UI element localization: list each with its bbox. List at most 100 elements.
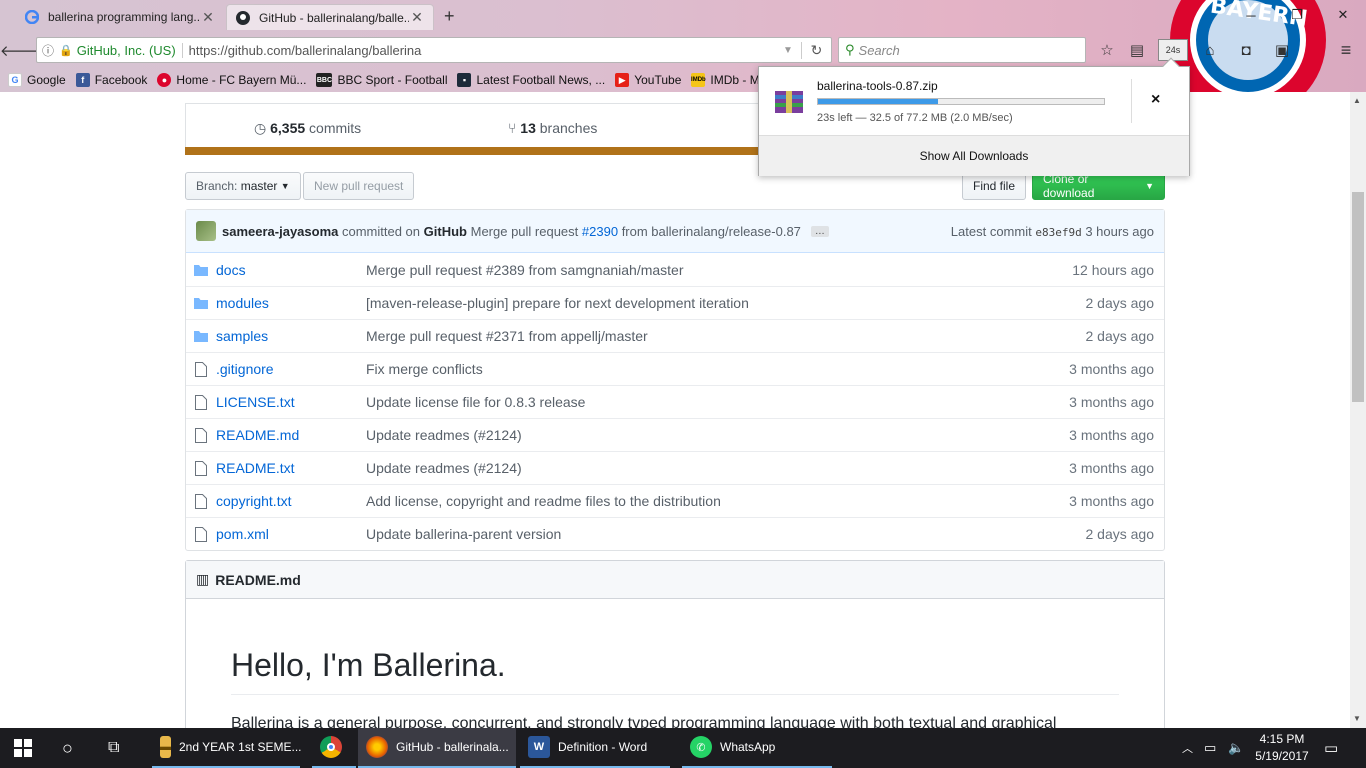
chrome-icon bbox=[320, 736, 342, 758]
file-icon bbox=[186, 526, 216, 542]
commits-label: commits bbox=[309, 120, 362, 136]
readme-panel: ▥ README.md Hello, I'm Ballerina. Baller… bbox=[185, 560, 1165, 728]
file-commit-message[interactable]: Update license file for 0.8.3 release bbox=[366, 394, 1024, 410]
notifications-icon[interactable]: ▭ bbox=[1324, 728, 1338, 768]
file-table: sameera-jayasoma committed on GitHub Mer… bbox=[185, 209, 1165, 551]
file-name-link[interactable]: copyright.txt bbox=[216, 493, 366, 509]
commit-message-pre[interactable]: Merge pull request bbox=[471, 224, 579, 239]
taskbar-app-firefox[interactable]: GitHub - ballerinala... bbox=[358, 728, 516, 768]
bookmark-google[interactable]: G Google bbox=[8, 73, 66, 87]
tab-title: GitHub - ballerinalang/balle... bbox=[259, 10, 409, 25]
word-icon: W bbox=[528, 736, 550, 758]
taskbar-app-word[interactable]: W Definition - Word bbox=[520, 728, 670, 768]
taskbar-app-chrome[interactable] bbox=[312, 728, 356, 768]
branch-label: Branch: bbox=[196, 179, 238, 193]
cortana-icon[interactable]: ○ bbox=[62, 728, 73, 768]
pocket-icon[interactable]: ◘ bbox=[1234, 39, 1258, 61]
page-scrollbar[interactable]: ▲ ▼ bbox=[1350, 92, 1366, 728]
task-view-icon[interactable]: ⧉ bbox=[108, 728, 119, 768]
menu-icon[interactable]: ≡ bbox=[1334, 39, 1358, 61]
downloads-button[interactable]: 24s bbox=[1158, 39, 1188, 61]
file-name-link[interactable]: samples bbox=[216, 328, 366, 344]
site-identity[interactable]: GitHub, Inc. (US) bbox=[77, 42, 183, 58]
tab-github[interactable]: GitHub - ballerinalang/balle... ✕ bbox=[226, 4, 434, 30]
new-pull-request-button[interactable]: New pull request bbox=[303, 172, 415, 200]
commit-message-post[interactable]: from ballerinalang/release-0.87 bbox=[622, 224, 801, 239]
close-tab-icon[interactable]: ✕ bbox=[409, 9, 425, 26]
system-clock[interactable]: 4:15 PM 5/19/2017 bbox=[1252, 731, 1312, 765]
file-commit-message[interactable]: [maven-release-plugin] prepare for next … bbox=[366, 295, 1024, 311]
commit-sha[interactable]: e83ef9d bbox=[1035, 226, 1081, 239]
branch-select-button[interactable]: Branch: master ▼ bbox=[185, 172, 301, 200]
google-icon bbox=[24, 9, 40, 25]
download-filename[interactable]: ballerina-tools-0.87.zip bbox=[817, 79, 938, 93]
search-input[interactable]: ⚲ Search bbox=[838, 37, 1086, 63]
bookmark-imdb[interactable]: IMDb IMDb - Mo bbox=[691, 73, 766, 87]
avatar[interactable] bbox=[196, 221, 216, 241]
file-commit-message[interactable]: Update readmes (#2124) bbox=[366, 460, 1024, 476]
reading-list-icon[interactable]: ▤ bbox=[1125, 39, 1149, 61]
extension-icon[interactable]: ▣ bbox=[1270, 39, 1294, 61]
url-text[interactable]: https://github.com/ballerinalang/balleri… bbox=[189, 43, 775, 58]
file-commit-message[interactable]: Fix merge conflicts bbox=[366, 361, 1024, 377]
bookmark-star-icon[interactable]: ☆ bbox=[1095, 39, 1119, 61]
history-icon: ◷ bbox=[254, 120, 267, 136]
dropdown-arrow-icon[interactable]: ▼ bbox=[775, 45, 801, 56]
scrollbar-thumb[interactable] bbox=[1352, 192, 1364, 402]
bookmark-football-news[interactable]: ▪ Latest Football News, ... bbox=[457, 73, 605, 87]
battery-icon[interactable]: ▭ bbox=[1204, 728, 1216, 768]
bayern-icon: ● bbox=[157, 73, 172, 87]
file-commit-message[interactable]: Add license, copyright and readme files … bbox=[366, 493, 1024, 509]
downloads-panel: ballerina-tools-0.87.zip 23s left — 32.5… bbox=[758, 57, 1190, 176]
branches-link[interactable]: ⑂ 13 branches bbox=[508, 120, 597, 136]
taskbar-app-label: WhatsApp bbox=[720, 740, 776, 754]
file-name-link[interactable]: README.md bbox=[216, 427, 366, 443]
tab-search[interactable]: ballerina programming lang... ✕ bbox=[16, 4, 224, 30]
file-name-link[interactable]: pom.xml bbox=[216, 526, 366, 542]
file-name-link[interactable]: modules bbox=[216, 295, 366, 311]
volume-icon[interactable]: 🔈 bbox=[1228, 728, 1244, 768]
bookmark-label: Facebook bbox=[94, 73, 148, 87]
close-window-icon[interactable]: ✕ bbox=[1320, 0, 1366, 30]
find-file-button[interactable]: Find file bbox=[962, 172, 1027, 200]
bookmark-youtube[interactable]: ▶ YouTube bbox=[615, 73, 681, 87]
file-commit-message[interactable]: Update readmes (#2124) bbox=[366, 427, 1024, 443]
windows-start-icon[interactable] bbox=[14, 728, 32, 768]
minimize-icon[interactable]: ─ bbox=[1228, 0, 1274, 30]
commit-pr-link[interactable]: #2390 bbox=[582, 224, 618, 239]
commits-link[interactable]: ◷ 6,355 commits bbox=[254, 120, 361, 137]
scroll-up-icon[interactable]: ▲ bbox=[1353, 96, 1361, 105]
bookmark-bbc[interactable]: BBC BBC Sport - Football bbox=[316, 73, 447, 87]
close-tab-icon[interactable]: ✕ bbox=[200, 9, 216, 26]
file-name-link[interactable]: docs bbox=[216, 262, 366, 278]
scroll-down-icon[interactable]: ▼ bbox=[1353, 714, 1361, 723]
file-commit-message[interactable]: Merge pull request #2389 from samgnaniah… bbox=[366, 262, 1024, 278]
file-name-link[interactable]: LICENSE.txt bbox=[216, 394, 366, 410]
restore-icon[interactable]: ❐ bbox=[1274, 0, 1320, 30]
cancel-download-button[interactable]: × bbox=[1151, 91, 1160, 109]
home-icon[interactable]: ⌂ bbox=[1198, 39, 1222, 61]
file-name-link[interactable]: README.txt bbox=[216, 460, 366, 476]
divider bbox=[1131, 79, 1132, 123]
file-commit-message[interactable]: Merge pull request #2371 from appellj/ma… bbox=[366, 328, 1024, 344]
reload-icon[interactable]: ↻ bbox=[801, 41, 831, 59]
bookmark-facebook[interactable]: f Facebook bbox=[75, 73, 148, 87]
new-tab-button[interactable]: + bbox=[444, 6, 455, 27]
tray-overflow-icon[interactable]: ︿ bbox=[1182, 728, 1193, 768]
commit-author[interactable]: sameera-jayasoma bbox=[222, 224, 338, 239]
info-icon[interactable]: ⓘ bbox=[37, 42, 59, 59]
clone-download-button[interactable]: Clone or download ▼ bbox=[1032, 172, 1165, 200]
taskbar-app-whatsapp[interactable]: ✆ WhatsApp bbox=[682, 728, 832, 768]
taskbar-app-explorer[interactable]: ▬ 2nd YEAR 1st SEME... bbox=[152, 728, 302, 768]
expand-commit-button[interactable]: … bbox=[810, 225, 829, 237]
back-icon[interactable]: 🡐 bbox=[0, 37, 40, 63]
file-commit-message[interactable]: Update ballerina-parent version bbox=[366, 526, 1024, 542]
bookmark-bayern[interactable]: ● Home - FC Bayern Mü... bbox=[157, 73, 306, 87]
search-engine-icon[interactable]: ⚲ bbox=[845, 42, 855, 58]
file-icon bbox=[186, 460, 216, 476]
show-all-downloads-button[interactable]: Show All Downloads bbox=[759, 135, 1189, 176]
file-icon bbox=[186, 394, 216, 410]
navigation-toolbar: 🡐 ⓘ 🔒 GitHub, Inc. (US) https://github.c… bbox=[0, 34, 1366, 66]
file-name-link[interactable]: .gitignore bbox=[216, 361, 366, 377]
address-bar[interactable]: ⓘ 🔒 GitHub, Inc. (US) https://github.com… bbox=[36, 37, 832, 63]
